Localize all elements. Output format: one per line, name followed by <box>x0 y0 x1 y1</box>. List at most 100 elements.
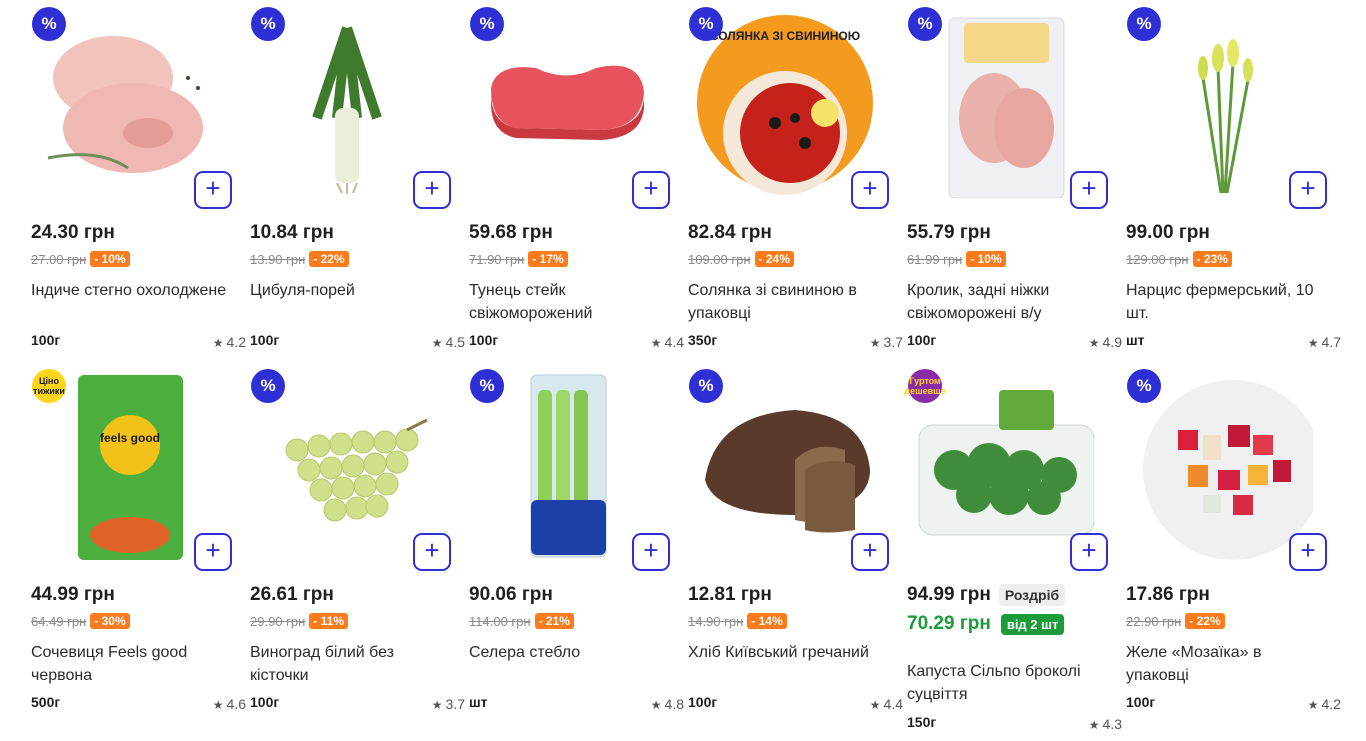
unit: 350г <box>688 332 718 348</box>
add-to-cart-button[interactable]: + <box>413 171 451 209</box>
bread-image <box>705 410 870 533</box>
product-name[interactable]: Тунець стейк свіжоморожений <box>469 279 669 325</box>
price: 90.06 грн <box>469 584 553 605</box>
product-card[interactable]: % + 59.68 грн 71.90 грн - 17% Тунець сте… <box>458 0 684 362</box>
product-name[interactable]: Цибуля-порей <box>250 279 450 302</box>
product-card[interactable]: % + 10.84 грн 13.90 грн - 22% Цибуля-пор… <box>239 0 465 362</box>
product-card[interactable]: % + 55.79 грн 61.99 грн - 10% Кролик, за… <box>896 0 1122 362</box>
product-image[interactable]: Гуртом дешевше + <box>904 362 1108 572</box>
unit: 100г <box>469 332 499 348</box>
old-price: 27.00 грн <box>31 251 87 267</box>
add-to-cart-button[interactable]: + <box>1289 533 1327 571</box>
price: 12.81 грн <box>688 584 772 605</box>
old-price-row: 71.90 грн - 17% <box>469 251 568 267</box>
broccoli-package-image <box>918 390 1094 536</box>
add-to-cart-button[interactable]: + <box>194 533 232 571</box>
product-image[interactable]: % + <box>247 362 451 572</box>
unit: 100г <box>250 332 280 348</box>
add-to-cart-button[interactable]: + <box>1289 171 1327 209</box>
product-name[interactable]: Виноград білий без кісточки <box>250 641 450 687</box>
unit: 500г <box>31 694 61 710</box>
star-icon: ★ <box>1088 718 1100 732</box>
star-icon: ★ <box>431 336 443 350</box>
product-image[interactable]: % + <box>1123 0 1327 210</box>
rating: ★ 4.2 <box>1308 696 1341 712</box>
discount-badge: - 30% <box>90 613 130 629</box>
old-price-row: 14.90 грн - 14% <box>688 613 787 629</box>
product-name[interactable]: Капуста Сільпо броколі суцвіття <box>907 660 1107 706</box>
old-price: 61.99 грн <box>907 251 963 267</box>
product-card[interactable]: % + 26.61 грн 29.90 грн - 11% Виноград б… <box>239 362 465 724</box>
product-name[interactable]: Селера стебло <box>469 641 669 664</box>
product-card[interactable]: Ціно тижики feels good + 44.99 грн 64.49… <box>20 362 246 724</box>
product-image[interactable]: % + <box>28 0 232 210</box>
product-image[interactable]: % + <box>466 362 670 572</box>
percent-icon: % <box>1127 369 1161 403</box>
discount-badge: - 22% <box>309 251 349 267</box>
retail-price: 94.99 грн <box>907 584 991 605</box>
percent-icon: % <box>251 7 285 41</box>
old-price: 13.90 грн <box>250 251 306 267</box>
product-card[interactable]: % СОЛЯНКА ЗІ СВИНИНОЮ + 82.84 грн 109.00… <box>677 0 903 362</box>
old-price-row: 109.00 грн - 24% <box>688 251 794 267</box>
discount-badge: - 23% <box>1192 251 1232 267</box>
star-icon: ★ <box>431 698 443 712</box>
percent-icon: % <box>1127 7 1161 41</box>
unit: 100г <box>688 694 718 710</box>
product-name[interactable]: Індиче стегно охолоджене <box>31 279 231 302</box>
add-to-cart-button[interactable]: + <box>851 533 889 571</box>
discount-badge: - 24% <box>754 251 794 267</box>
unit: 150г <box>907 714 937 730</box>
product-name[interactable]: Сочевиця Feels good червона <box>31 641 231 687</box>
product-card[interactable]: % + 90.06 грн 114.00 грн - 21% Селера ст… <box>458 362 684 724</box>
discount-badge: - 10% <box>966 251 1006 267</box>
leek-image <box>312 26 382 194</box>
solyanka-package-image: СОЛЯНКА ЗІ СВИНИНОЮ <box>697 15 873 195</box>
add-to-cart-button[interactable]: + <box>632 171 670 209</box>
product-card[interactable]: % + 12.81 грн 14.90 грн - 14% Хліб Київс… <box>677 362 903 724</box>
price: 17.86 грн <box>1126 584 1210 605</box>
product-card[interactable]: % + 99.00 грн 129.00 грн - 23% Нарцис фе… <box>1115 0 1341 362</box>
product-name[interactable]: Солянка зі свининою в упаковці <box>688 279 888 325</box>
price: 99.00 грн <box>1126 222 1210 243</box>
product-image[interactable]: Ціно тижики feels good + <box>28 362 232 572</box>
price: 44.99 грн <box>31 584 115 605</box>
add-to-cart-button[interactable]: + <box>413 533 451 571</box>
price: 59.68 грн <box>469 222 553 243</box>
product-card[interactable]: % + 17.86 грн 22.90 грн - 22% Желе «Моза… <box>1115 362 1341 724</box>
add-to-cart-button[interactable]: + <box>1070 171 1108 209</box>
star-icon: ★ <box>1307 336 1319 350</box>
unit: шт <box>469 694 488 710</box>
product-image[interactable]: % + <box>466 0 670 210</box>
product-card[interactable]: % + 24.30 грн 27.00 грн - 10% Індиче сте… <box>20 0 246 362</box>
product-image[interactable]: % СОЛЯНКА ЗІ СВИНИНОЮ + <box>685 0 889 210</box>
discount-badge: - 14% <box>747 613 787 629</box>
product-name[interactable]: Хліб Київський гречаний <box>688 641 888 664</box>
product-name[interactable]: Желе «Мозаїка» в упаковці <box>1126 641 1326 687</box>
package-label: feels good <box>100 431 160 445</box>
product-image[interactable]: % + <box>685 362 889 572</box>
product-name[interactable]: Нарцис фермерський, 10 шт. <box>1126 279 1326 325</box>
percent-icon: % <box>689 369 723 403</box>
discount-badge: - 21% <box>534 613 574 629</box>
product-image[interactable]: % + <box>904 0 1108 210</box>
product-image[interactable]: % + <box>1123 362 1327 572</box>
product-image[interactable]: % + <box>247 0 451 210</box>
price: 82.84 грн <box>688 222 772 243</box>
old-price-row: 64.49 грн - 30% <box>31 613 130 629</box>
old-price-row: 13.90 грн - 22% <box>250 251 349 267</box>
discount-badge: - 17% <box>528 251 568 267</box>
add-to-cart-button[interactable]: + <box>1070 533 1108 571</box>
product-card[interactable]: Гуртом дешевше + 94.99 грн Роздріб 70.29 … <box>896 362 1122 732</box>
product-name[interactable]: Кролик, задні ніжки свіжоморожені в/у <box>907 279 1107 325</box>
rating-value: 4.2 <box>1321 696 1341 712</box>
add-to-cart-button[interactable]: + <box>632 533 670 571</box>
star-icon: ★ <box>212 336 224 350</box>
old-price-row: 114.00 грн - 21% <box>469 613 574 629</box>
percent-icon: % <box>470 7 504 41</box>
add-to-cart-button[interactable]: + <box>851 171 889 209</box>
unit: шт <box>1126 332 1145 348</box>
add-to-cart-button[interactable]: + <box>194 171 232 209</box>
old-price-row: 61.99 грн - 10% <box>907 251 1006 267</box>
hurtom-deshevshe-badge: Гуртом дешевше <box>904 369 946 403</box>
